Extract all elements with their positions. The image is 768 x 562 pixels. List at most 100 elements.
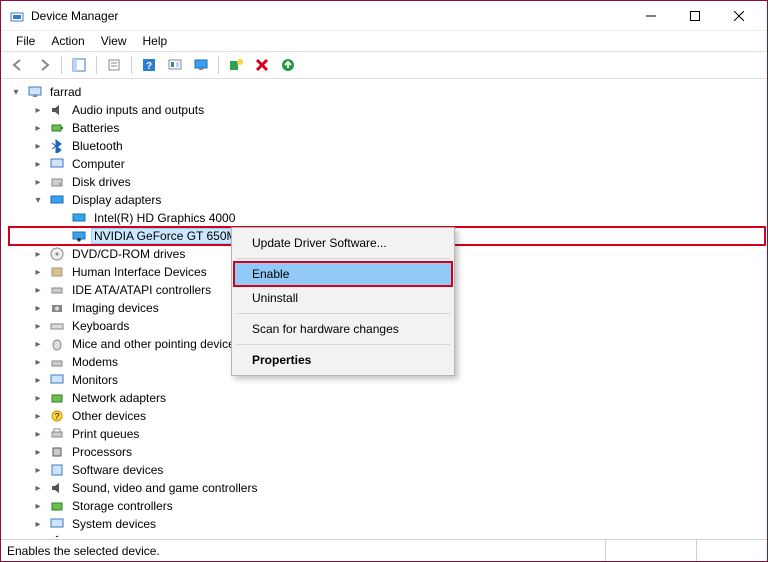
context-menu-enable[interactable]: Enable <box>234 262 452 286</box>
tree-item-system[interactable]: ▸ System devices <box>9 515 765 533</box>
close-button[interactable] <box>717 2 761 30</box>
minimize-button[interactable] <box>629 2 673 30</box>
expand-icon[interactable]: ▸ <box>31 463 45 477</box>
expand-icon[interactable]: ▸ <box>31 373 45 387</box>
context-menu: Update Driver Software... Enable Uninsta… <box>231 227 455 376</box>
tree-item-label: Batteries <box>69 120 122 136</box>
tree-item-label: Audio inputs and outputs <box>69 102 207 118</box>
expand-icon[interactable]: ▸ <box>31 247 45 261</box>
expand-icon[interactable]: ▸ <box>31 157 45 171</box>
tree-item-label: Human Interface Devices <box>69 264 210 280</box>
tree-item-label: Processors <box>69 444 135 460</box>
tree-item-storage[interactable]: ▸ Storage controllers <box>9 497 765 515</box>
battery-icon <box>49 120 65 136</box>
expand-icon[interactable]: ▸ <box>31 445 45 459</box>
tree-item-label: System devices <box>69 516 159 532</box>
context-menu-uninstall[interactable]: Uninstall <box>234 286 452 310</box>
expand-icon[interactable]: ▸ <box>31 283 45 297</box>
svg-text:?: ? <box>55 412 60 421</box>
tree-item-label: Computer <box>69 156 128 172</box>
status-cell-empty <box>606 540 696 561</box>
context-menu-properties[interactable]: Properties <box>234 348 452 372</box>
expand-icon[interactable]: ▸ <box>31 409 45 423</box>
tree-item-usb[interactable]: ▸Universal Serial Bus controllers <box>9 533 765 537</box>
camera-icon <box>49 300 65 316</box>
cpu-icon <box>49 444 65 460</box>
menu-view[interactable]: View <box>94 32 134 50</box>
tree-item-label: Monitors <box>69 372 121 388</box>
context-menu-update-driver[interactable]: Update Driver Software... <box>234 231 452 255</box>
tree-root[interactable]: ▾ farrad <box>9 83 765 101</box>
forward-button[interactable] <box>33 54 55 76</box>
collapse-icon[interactable]: ▾ <box>31 193 45 207</box>
tree-item-network[interactable]: ▸Network adapters <box>9 389 765 407</box>
context-menu-label: Uninstall <box>252 291 298 305</box>
expand-icon[interactable]: ▸ <box>31 535 45 537</box>
expand-icon[interactable]: ▸ <box>31 391 45 405</box>
status-bar: Enables the selected device. <box>1 539 767 561</box>
menu-action[interactable]: Action <box>44 32 91 50</box>
expand-icon[interactable]: ▸ <box>31 427 45 441</box>
uninstall-device-button[interactable] <box>251 54 273 76</box>
expand-icon[interactable]: ▸ <box>31 121 45 135</box>
ide-icon <box>49 282 65 298</box>
expand-icon[interactable]: ▸ <box>31 319 45 333</box>
update-driver-button[interactable] <box>277 54 299 76</box>
tree-item-print-queues[interactable]: ▸ Print queues <box>9 425 765 443</box>
tree-item-other[interactable]: ▸? Other devices <box>9 407 765 425</box>
tree-item-processors[interactable]: ▸ Processors <box>9 443 765 461</box>
show-console-tree-button[interactable] <box>68 54 90 76</box>
expand-icon[interactable]: ▸ <box>31 355 45 369</box>
context-menu-label: Update Driver Software... <box>252 236 387 250</box>
menu-file[interactable]: File <box>9 32 42 50</box>
expand-icon[interactable]: ▸ <box>31 139 45 153</box>
expand-icon[interactable]: ▸ <box>31 265 45 279</box>
toolbar-separator <box>131 56 132 74</box>
maximize-button[interactable] <box>673 2 717 30</box>
bluetooth-icon <box>49 138 65 154</box>
collapse-icon[interactable]: ▾ <box>9 85 23 99</box>
tree-item-label: Intel(R) HD Graphics 4000 <box>91 210 238 226</box>
expand-icon[interactable]: ▸ <box>31 517 45 531</box>
computer-root-icon <box>27 84 43 100</box>
tree-item-intel-graphics[interactable]: Intel(R) HD Graphics 4000 <box>9 209 765 227</box>
window-title: Device Manager <box>31 9 629 23</box>
tree-item-disk-drives[interactable]: ▸Disk drives <box>9 173 765 191</box>
mouse-icon <box>49 336 65 352</box>
tree-item-software[interactable]: ▸Software devices <box>9 461 765 479</box>
tree-item-label: Other devices <box>69 408 149 424</box>
tree-item-label: Keyboards <box>69 318 132 334</box>
tree-item-batteries[interactable]: ▸ Batteries <box>9 119 765 137</box>
hid-icon <box>49 264 65 280</box>
properties-button[interactable] <box>103 54 125 76</box>
tree-item-label: Modems <box>69 354 121 370</box>
tree-item-display-adapters[interactable]: ▾Display adapters <box>9 191 765 209</box>
tree-item-computer[interactable]: ▸ Computer <box>9 155 765 173</box>
app-icon <box>9 8 25 24</box>
tree-item-label: IDE ATA/ATAPI controllers <box>69 282 214 298</box>
status-cell-empty <box>697 540 767 561</box>
expand-icon[interactable]: ▸ <box>31 103 45 117</box>
toolbar: ? <box>1 51 767 79</box>
menu-bar: File Action View Help <box>1 31 767 51</box>
expand-icon[interactable]: ▸ <box>31 301 45 315</box>
system-icon <box>49 516 65 532</box>
expand-icon[interactable]: ▸ <box>31 499 45 513</box>
display-adapter-icon <box>71 210 87 226</box>
show-hidden-devices-button[interactable] <box>164 54 186 76</box>
tree-item-audio[interactable]: ▸ Audio inputs and outputs <box>9 101 765 119</box>
device-tree-panel[interactable]: ▾ farrad ▸ Audio inputs and outputs ▸ Batt… <box>1 79 767 537</box>
back-button[interactable] <box>7 54 29 76</box>
tree-item-label: Print queues <box>69 426 142 442</box>
expand-icon[interactable]: ▸ <box>31 175 45 189</box>
menu-help[interactable]: Help <box>136 32 175 50</box>
expand-icon[interactable]: ▸ <box>31 337 45 351</box>
help-button[interactable]: ? <box>138 54 160 76</box>
tree-item-label: Storage controllers <box>69 498 176 514</box>
context-menu-scan[interactable]: Scan for hardware changes <box>234 317 452 341</box>
add-legacy-hardware-button[interactable] <box>225 54 247 76</box>
scan-hardware-button[interactable] <box>190 54 212 76</box>
tree-item-bluetooth[interactable]: ▸Bluetooth <box>9 137 765 155</box>
tree-item-sound[interactable]: ▸Sound, video and game controllers <box>9 479 765 497</box>
expand-icon[interactable]: ▸ <box>31 481 45 495</box>
